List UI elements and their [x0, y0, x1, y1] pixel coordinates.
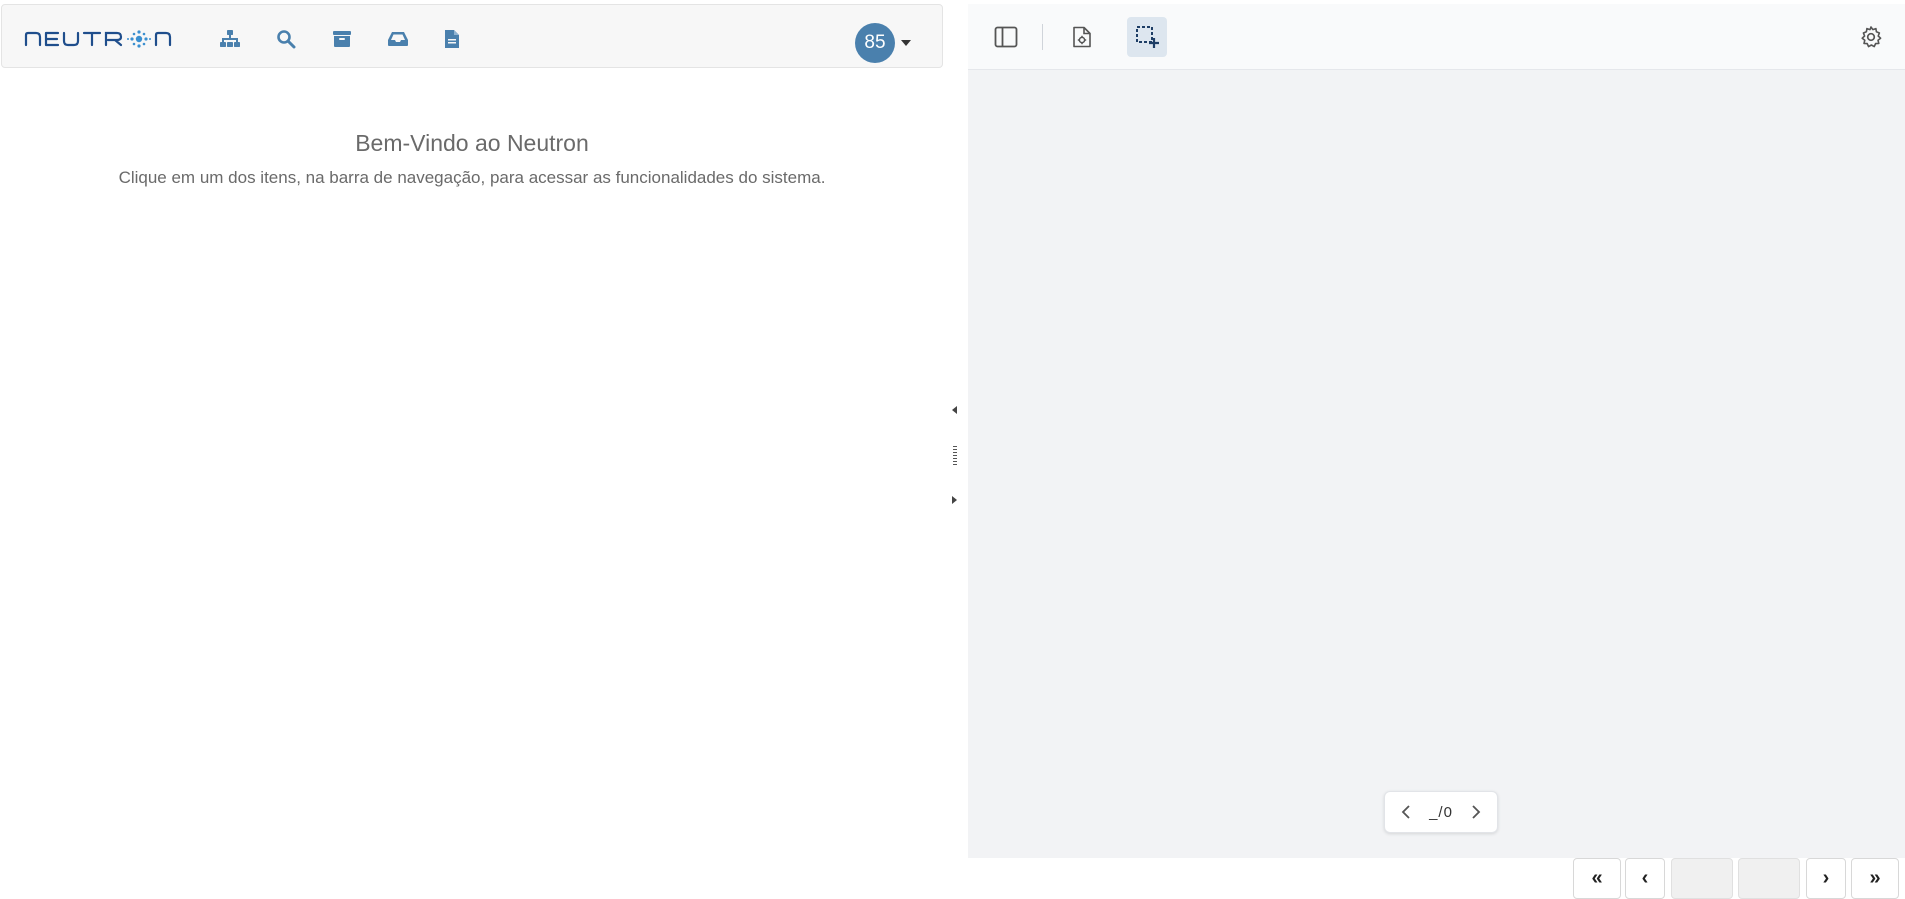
viewer-toolbar — [968, 4, 1905, 70]
document-viewer: _/0 — [968, 4, 1905, 858]
page-indicator: _/0 — [1384, 791, 1498, 833]
document-icon[interactable] — [440, 27, 464, 51]
top-navbar: 85 — [1, 4, 943, 68]
avatar[interactable]: 85 — [855, 23, 895, 63]
chevron-right-icon[interactable] — [1467, 803, 1485, 821]
gear-icon[interactable] — [1851, 17, 1891, 57]
user-menu[interactable]: 85 — [855, 23, 915, 63]
sitemap-icon[interactable] — [218, 27, 242, 51]
main-pane: 85 Bem-Vindo ao Neutron Clique em um dos… — [0, 0, 952, 899]
pager-slot-button[interactable] — [1671, 858, 1733, 899]
page-title: Bem-Vindo ao Neutron — [355, 130, 589, 156]
last-page-button[interactable]: » — [1851, 858, 1899, 899]
splitter-grip-icon[interactable] — [953, 446, 957, 465]
first-page-button[interactable]: « — [1573, 858, 1621, 899]
inbox-icon[interactable] — [386, 27, 410, 51]
document-settings-icon[interactable] — [1062, 17, 1102, 57]
previous-page-button[interactable]: ‹ — [1625, 858, 1665, 899]
chevron-down-icon[interactable] — [901, 40, 911, 46]
sidebar-toggle-icon[interactable] — [986, 17, 1026, 57]
pane-splitter[interactable] — [944, 0, 968, 899]
pager-slot-button[interactable] — [1738, 858, 1800, 899]
toolbar-divider — [1042, 24, 1043, 50]
search-icon[interactable] — [274, 27, 298, 51]
collapse-left-icon[interactable] — [952, 406, 957, 414]
page-count-text: _/0 — [1429, 804, 1453, 821]
collapse-right-icon[interactable] — [952, 496, 957, 504]
page-subtitle: Clique em um dos itens, na barra de nave… — [118, 168, 826, 187]
current-page[interactable]: _ — [1429, 804, 1438, 821]
selection-add-icon[interactable] — [1127, 17, 1167, 57]
total-pages: 0 — [1443, 803, 1453, 821]
chevron-left-icon[interactable] — [1397, 803, 1415, 821]
neutron-logo[interactable] — [24, 29, 180, 49]
archive-icon[interactable] — [330, 27, 354, 51]
next-page-button[interactable]: › — [1806, 858, 1846, 899]
